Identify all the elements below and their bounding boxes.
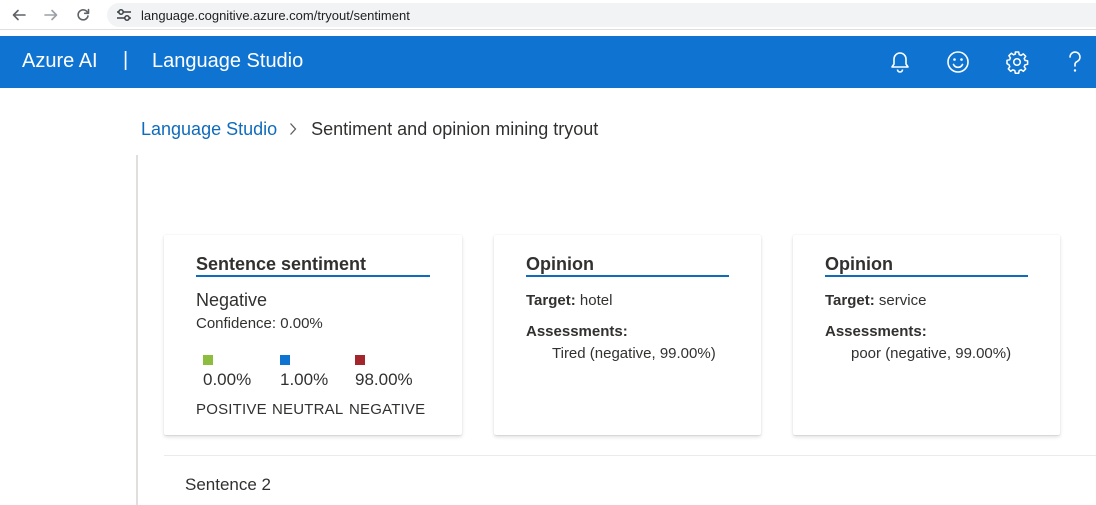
positive-percent: 0.00% (203, 370, 252, 389)
assessment-value: Tired (negative, 99.00%) (552, 345, 716, 362)
address-bar[interactable]: language.cognitive.azure.com/tryout/sent… (107, 3, 1096, 27)
feedback-smiley-icon[interactable] (944, 48, 972, 76)
header-separator: | (123, 49, 129, 71)
assessments-heading: Assessments: (526, 323, 628, 340)
target-value: service (878, 292, 927, 309)
assessments-heading: Assessments: (825, 323, 927, 340)
back-icon[interactable] (8, 4, 30, 26)
sentence-2-heading[interactable]: Sentence 2 (185, 475, 271, 495)
target-label: Target: (825, 292, 875, 309)
positive-swatch (203, 355, 213, 365)
settings-gear-icon[interactable] (1003, 48, 1031, 76)
section-divider (164, 455, 1096, 456)
notifications-bell-icon[interactable] (886, 48, 914, 76)
neutral-label: NEUTRAL (272, 401, 344, 418)
help-question-icon[interactable] (1061, 48, 1089, 76)
page-title: Sentiment and opinion mining tryout (311, 118, 599, 139)
negative-swatch (355, 355, 365, 365)
assessments-label: Assessments: (825, 323, 927, 340)
app-header: Azure AI | Language Studio (0, 36, 1096, 88)
sentence-sentiment-card: Sentence sentiment Negative Confidence: … (164, 235, 462, 435)
negative-percent: 98.00% (355, 370, 413, 389)
negative-label: NEGATIVE (349, 401, 426, 418)
opinion-card: Opinion Target: hotel Assessments: Tired… (494, 235, 761, 435)
card-title: Opinion (825, 254, 893, 274)
opinion-target: Target: hotel (526, 292, 612, 309)
positive-label: POSITIVE (196, 401, 267, 418)
site-info-icon[interactable] (115, 6, 133, 24)
content-left-border (136, 155, 138, 505)
url-text: language.cognitive.azure.com/tryout/sent… (141, 7, 410, 23)
card-title: Opinion (526, 254, 594, 274)
card-title-underline (526, 275, 729, 277)
reload-icon[interactable] (72, 4, 94, 26)
card-title-underline (196, 275, 430, 277)
assessments-label: Assessments: (526, 323, 628, 340)
assessment-value: poor (negative, 99.00%) (851, 345, 1012, 362)
product-title[interactable]: Language Studio (152, 50, 303, 73)
target-value: hotel (579, 292, 613, 309)
opinion-target: Target: service (825, 292, 926, 309)
breadcrumb-link-language-studio[interactable]: Language Studio (141, 119, 277, 140)
browser-toolbar: language.cognitive.azure.com/tryout/sent… (0, 0, 1096, 30)
card-title-underline (825, 275, 1028, 277)
overall-sentiment: Negative (196, 290, 268, 310)
target-label: Target: (526, 292, 576, 309)
opinion-card: Opinion Target: service Assessments: poo… (793, 235, 1060, 435)
neutral-swatch (280, 355, 290, 365)
card-title: Sentence sentiment (196, 254, 367, 274)
brand-title[interactable]: Azure AI (22, 50, 98, 73)
forward-icon[interactable] (40, 4, 62, 26)
chevron-right-icon (289, 122, 299, 136)
neutral-percent: 1.00% (280, 370, 329, 389)
breadcrumb: Language Studio Sentiment and opinion mi… (141, 117, 598, 141)
confidence-text: Confidence: 0.00% (196, 315, 323, 332)
